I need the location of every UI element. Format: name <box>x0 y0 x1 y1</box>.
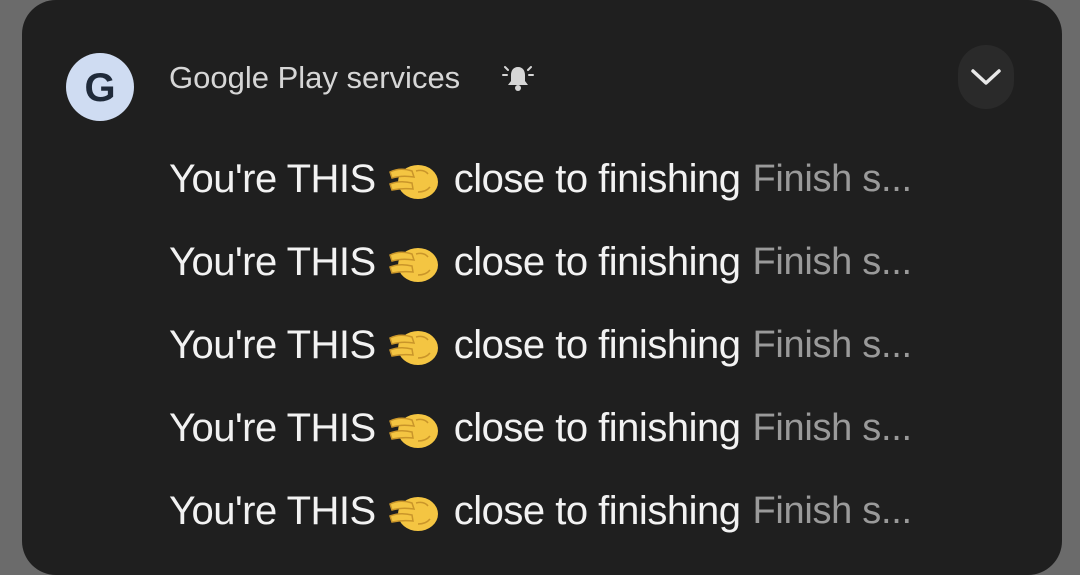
message-title-end: close to finishing <box>453 489 741 533</box>
list-item[interactable]: You're THIS close to finishing Finish s.… <box>169 470 1029 553</box>
pinching-hand-emoji-icon <box>388 413 438 448</box>
pinching-hand-emoji-icon <box>388 164 438 199</box>
message-title-start: You're THIS <box>169 406 376 450</box>
message-preview: Finish s... <box>752 407 912 449</box>
message-title-start: You're THIS <box>169 157 376 201</box>
bell-icon <box>502 66 534 91</box>
list-item[interactable]: You're THIS close to finishing Finish s.… <box>169 221 1029 304</box>
google-play-services-icon: G <box>66 53 134 121</box>
message-title-start: You're THIS <box>169 323 376 367</box>
expand-button[interactable] <box>958 45 1014 109</box>
pinching-hand-emoji-icon <box>388 247 438 282</box>
pinching-hand-emoji-icon <box>388 330 438 365</box>
pinching-hand-emoji-icon <box>388 496 438 531</box>
message-preview: Finish s... <box>752 324 912 366</box>
message-title-start: You're THIS <box>169 489 376 533</box>
chevron-down-icon <box>971 69 1001 85</box>
message-preview: Finish s... <box>752 158 912 200</box>
list-item[interactable]: You're THIS close to finishing Finish s.… <box>169 387 1029 470</box>
message-title-end: close to finishing <box>453 157 741 201</box>
message-preview: Finish s... <box>752 241 912 283</box>
message-list: You're THIS close to finishing Finish s.… <box>169 138 1029 553</box>
message-preview: Finish s... <box>752 490 912 532</box>
list-item[interactable]: You're THIS close to finishing Finish s.… <box>169 304 1029 387</box>
message-title-end: close to finishing <box>453 406 741 450</box>
notification-card[interactable]: G Google Play services You're THIS close… <box>22 0 1062 575</box>
message-title-end: close to finishing <box>453 240 741 284</box>
app-icon-letter: G <box>84 66 116 110</box>
list-item[interactable]: You're THIS close to finishing Finish s.… <box>169 138 1029 221</box>
message-title-end: close to finishing <box>453 323 741 367</box>
app-name: Google Play services <box>169 60 461 95</box>
message-title-start: You're THIS <box>169 240 376 284</box>
